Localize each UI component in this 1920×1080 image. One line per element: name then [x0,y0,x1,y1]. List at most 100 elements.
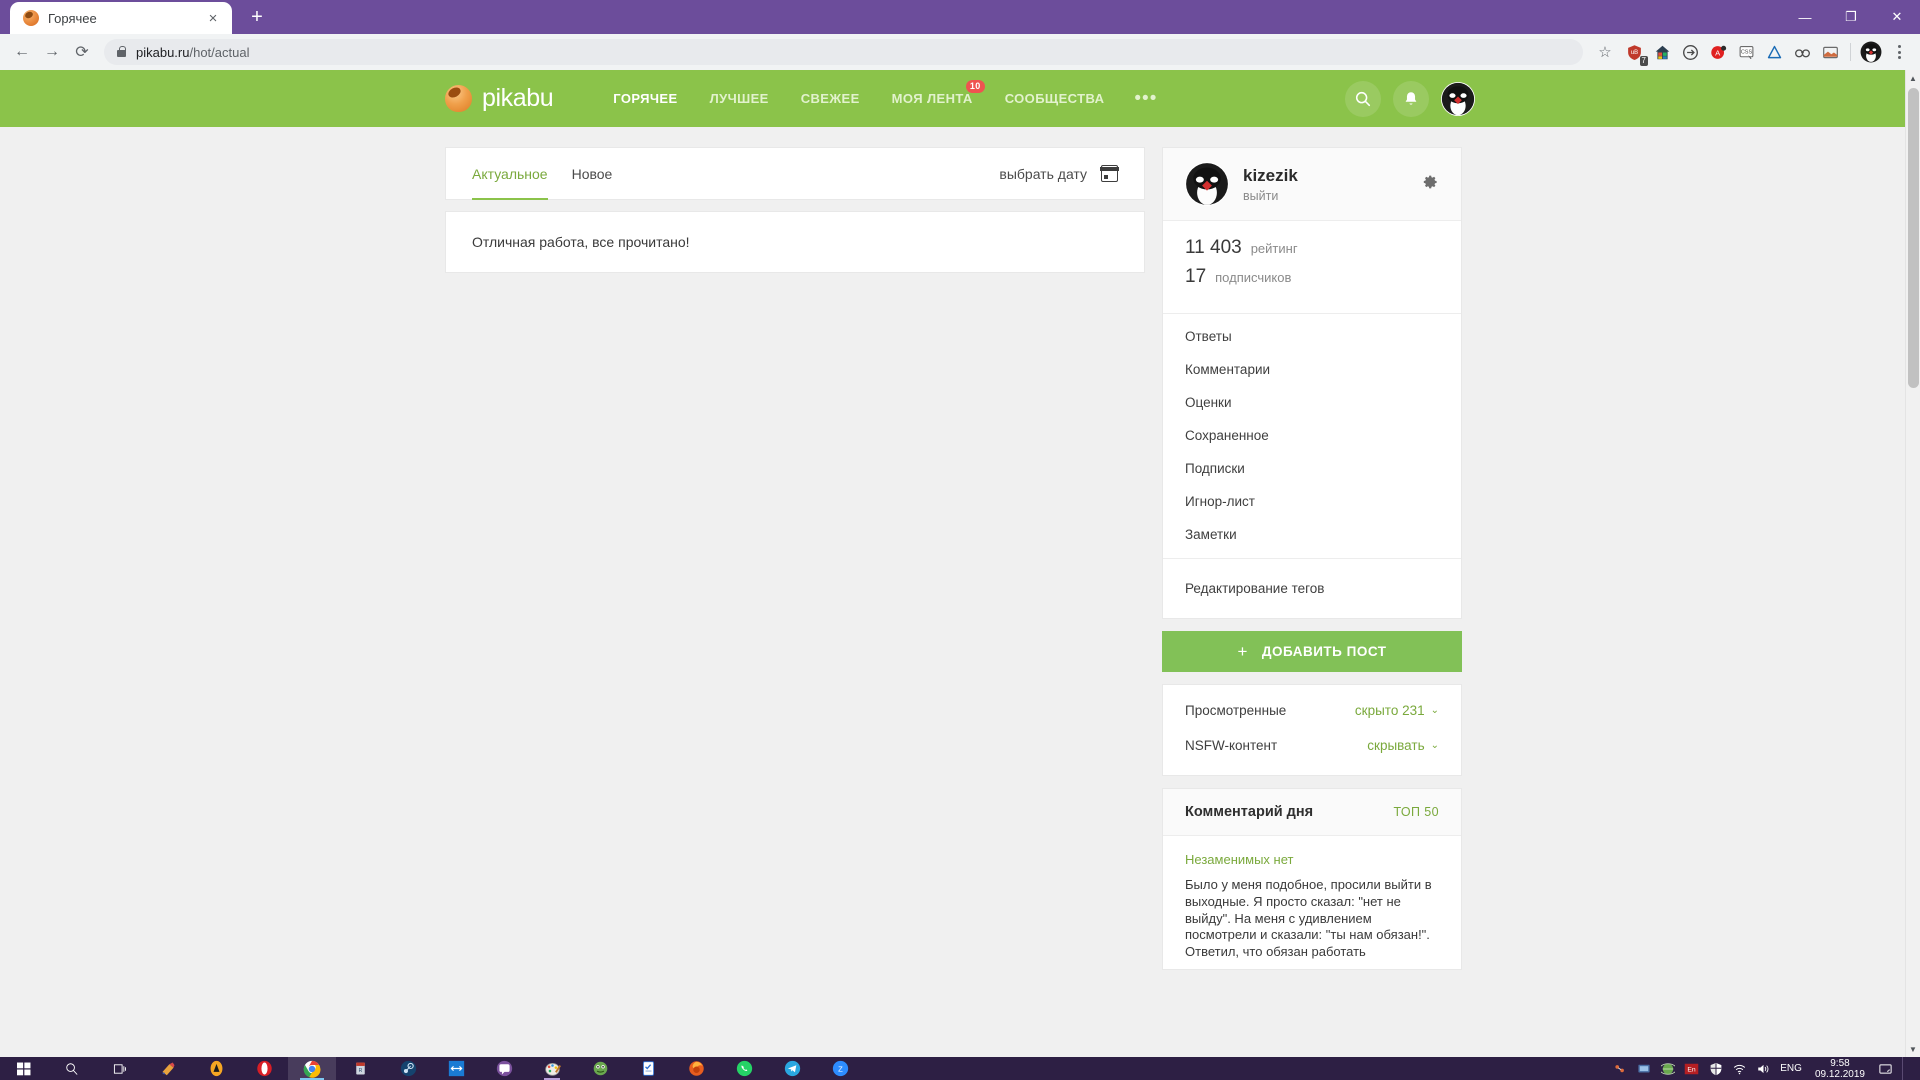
comment-of-day-body: Незаменимых нет Было у меня подобное, пр… [1163,836,1461,969]
main-column: Актуальное Новое выбрать дату Отличная р… [445,147,1145,273]
logout-link[interactable]: выйти [1243,189,1298,203]
top-50-link[interactable]: ТОП 50 [1393,805,1439,819]
address-bar[interactable]: pikabu.ru/hot/actual [104,39,1583,65]
svg-text:En: En [1688,1066,1697,1073]
pref-label: NSFW-контент [1185,738,1278,753]
close-window-button[interactable]: ✕ [1874,0,1920,34]
colorful-house-icon[interactable] [1649,39,1675,65]
forward-button[interactable]: → [38,38,66,66]
menu-item-subscriptions[interactable]: Подписки [1163,452,1461,485]
display-icon[interactable] [1636,1061,1651,1076]
preferences-panel: Просмотренные скрыто 231 ⌄ NSFW-контент … [1162,684,1462,776]
menu-item-ratings[interactable]: Оценки [1163,386,1461,419]
reload-button[interactable]: ⟳ [68,38,96,66]
new-tab-button[interactable]: + [242,2,272,32]
pref-viewed[interactable]: Просмотренные скрыто 231 ⌄ [1185,693,1439,728]
ublock-origin-icon[interactable]: uB 7 [1621,39,1648,66]
menu-item-comments[interactable]: Комментарии [1163,353,1461,386]
scroll-up-arrow[interactable]: ▲ [1906,70,1920,86]
browser-menu-button[interactable] [1886,45,1912,59]
language-box-icon[interactable]: En [1684,1061,1699,1076]
start-icon[interactable] [0,1057,48,1080]
user-menu: Ответы Комментарии Оценки Сохраненное По… [1163,314,1461,559]
header-avatar[interactable] [1441,81,1475,116]
tab-strip: Горячее × + — ❐ ✕ [0,0,1920,34]
menu-item-ignore-list[interactable]: Игнор-лист [1163,485,1461,518]
avatar[interactable] [1185,162,1229,206]
defender-shield-icon[interactable] [1708,1061,1723,1076]
taskbar-search-icon[interactable] [48,1057,96,1080]
comment-author[interactable]: Незаменимых нет [1185,852,1439,867]
nav-item-my-feed[interactable]: МОЯ ЛЕНТА 10 [876,70,989,127]
back-button[interactable]: ← [8,38,36,66]
user-panel: kizezik выйти 11 403 рейтинг 17 подписчи… [1162,147,1462,619]
viber-icon[interactable] [480,1057,528,1080]
site-logo[interactable]: pikabu [445,84,554,113]
adblock-icon[interactable]: A [1705,39,1731,65]
profile-avatar[interactable] [1858,39,1884,65]
tab-new[interactable]: Новое [572,148,613,200]
show-desktop-button[interactable] [1902,1057,1912,1080]
paint-icon[interactable] [528,1057,576,1080]
clock[interactable]: 9:58 09.12.2019 [1811,1058,1869,1080]
search-icon[interactable] [1345,80,1381,117]
tab-actual[interactable]: Актуальное [472,148,548,200]
maximize-button[interactable]: ❐ [1828,0,1874,34]
close-icon[interactable]: × [204,9,222,27]
pref-value[interactable]: скрывать ⌄ [1367,738,1439,753]
binoculars-icon[interactable] [1789,39,1815,65]
firefox-icon[interactable] [672,1057,720,1080]
language-indicator[interactable]: ENG [1780,1063,1802,1074]
minimize-button[interactable]: — [1782,0,1828,34]
nav-item-communities[interactable]: СООБЩЕСТВА [989,70,1121,127]
whatsapp-icon[interactable] [720,1057,768,1080]
site-logo-text: pikabu [482,84,554,112]
menu-item-saved[interactable]: Сохраненное [1163,419,1461,452]
globe-icon[interactable] [1660,1061,1675,1076]
nav-more-button[interactable]: ••• [1120,70,1171,127]
hardware-icon[interactable] [1612,1061,1627,1076]
screenshot-icon[interactable] [1817,39,1843,65]
page-scrollbar[interactable]: ▲ ▼ [1905,70,1920,1057]
scrollbar-thumb[interactable] [1908,88,1919,388]
bookmark-star-icon[interactable]: ☆ [1591,38,1619,66]
bell-icon[interactable] [1393,80,1429,117]
add-post-label: ДОБАВИТЬ ПОСТ [1261,644,1387,659]
css-viewer-icon[interactable]: CSS [1733,39,1759,65]
opera-icon[interactable] [240,1057,288,1080]
gear-icon[interactable] [1423,174,1439,195]
nav-label: ГОРЯЧЕЕ [613,91,678,106]
menu-item-notes[interactable]: Заметки [1163,518,1461,551]
menu-item-answers[interactable]: Ответы [1163,320,1461,353]
frog-app-icon[interactable] [576,1057,624,1080]
browser-tab[interactable]: Горячее × [10,2,232,34]
nav-item-fresh[interactable]: СВЕЖЕЕ [785,70,876,127]
notification-icon[interactable] [1878,1061,1893,1076]
add-post-button[interactable]: + ДОБАВИТЬ ПОСТ [1162,631,1462,672]
wifi-icon[interactable] [1732,1061,1747,1076]
pref-value[interactable]: скрыто 231 ⌄ [1355,703,1439,718]
menu-item-edit-tags[interactable]: Редактирование тегов [1163,572,1461,605]
nav-item-best[interactable]: ЛУЧШЕЕ [694,70,785,127]
redshift-icon[interactable]: R [336,1057,384,1080]
chrome-icon[interactable] [288,1057,336,1080]
zoom-icon[interactable]: Z [816,1057,864,1080]
avast-icon[interactable] [192,1057,240,1080]
corel-icon[interactable] [144,1057,192,1080]
date-picker-label: выбрать дату [999,165,1087,182]
nav-item-hot[interactable]: ГОРЯЧЕЕ [597,70,693,127]
teamviewer-icon[interactable] [432,1057,480,1080]
user-name[interactable]: kizezik [1243,166,1298,186]
pref-nsfw[interactable]: NSFW-контент скрывать ⌄ [1185,728,1439,763]
triangle-icon[interactable] [1761,39,1787,65]
feed-tabs-card: Актуальное Новое выбрать дату [445,147,1145,200]
task-view-icon[interactable] [96,1057,144,1080]
volume-icon[interactable] [1756,1061,1771,1076]
circle-arrow-icon[interactable] [1677,39,1703,65]
telegram-icon[interactable] [768,1057,816,1080]
steam-icon[interactable] [384,1057,432,1080]
scroll-down-arrow[interactable]: ▼ [1906,1041,1920,1057]
date-picker[interactable]: выбрать дату [999,165,1119,182]
comment-of-day-title: Комментарий дня [1185,804,1314,820]
todo-app-icon[interactable] [624,1057,672,1080]
